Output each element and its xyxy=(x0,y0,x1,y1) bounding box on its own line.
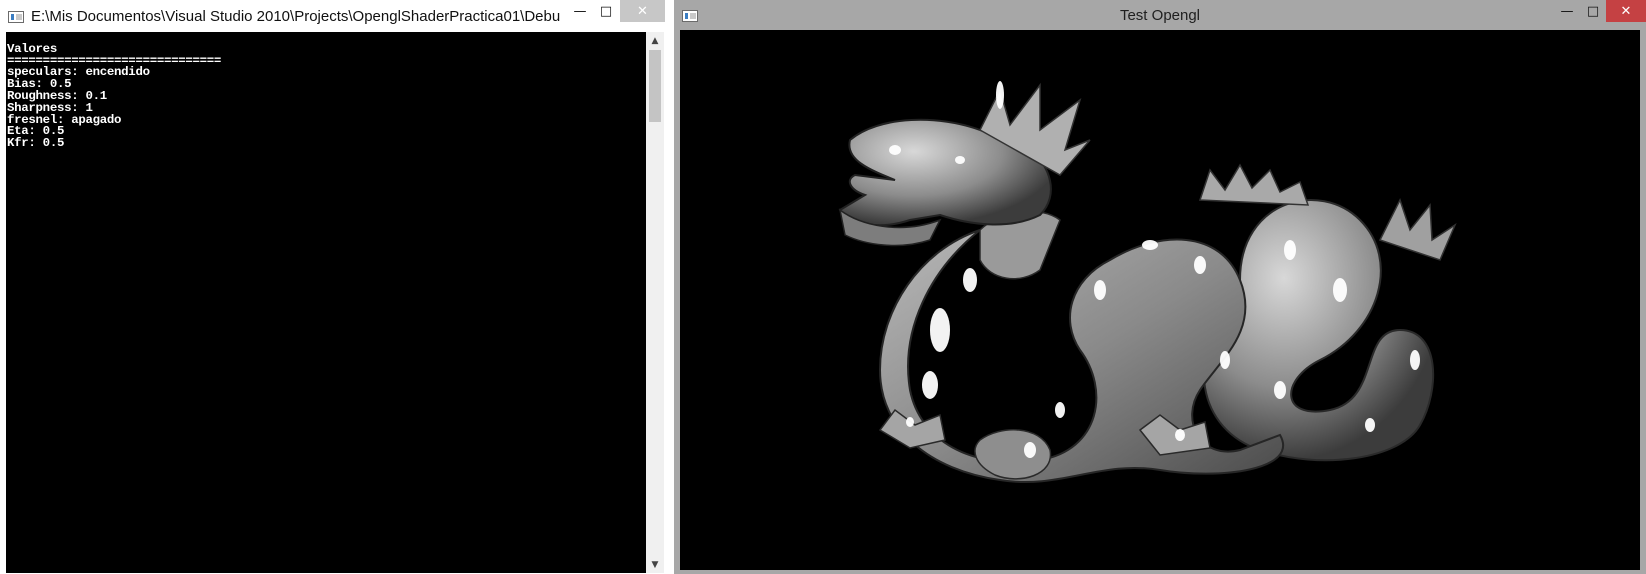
dragon-back-spikes xyxy=(1198,163,1310,206)
opengl-window-title: Test Opengl xyxy=(1119,7,1201,24)
opengl-close-button[interactable]: ✕ xyxy=(1606,0,1646,22)
minimize-icon: — xyxy=(1560,3,1574,19)
opengl-titlebar[interactable]: Test Opengl — □ ✕ xyxy=(674,0,1646,30)
maximize-icon: □ xyxy=(1586,3,1600,19)
console-line: Kfr: 0.5 xyxy=(7,136,65,151)
opengl-maximize-button[interactable]: □ xyxy=(1580,0,1606,22)
opengl-minimize-button[interactable]: — xyxy=(1554,0,1580,22)
close-icon: ✕ xyxy=(637,3,648,19)
opengl-render-viewport[interactable] xyxy=(680,30,1640,570)
console-output-area[interactable]: Valores ============================== s… xyxy=(6,32,646,573)
dragon-tail-spikes xyxy=(1378,198,1457,261)
console-window-title: E:\Mis Documentos\Visual Studio 2010\Pro… xyxy=(31,8,561,25)
dragon-render xyxy=(838,81,1457,484)
scroll-down-arrow-icon[interactable]: ▼ xyxy=(646,556,664,573)
close-icon: ✕ xyxy=(1620,3,1632,19)
console-window: E:\Mis Documentos\Visual Studio 2010\Pro… xyxy=(0,0,674,574)
console-close-button[interactable]: ✕ xyxy=(620,0,665,22)
console-maximize-button[interactable]: □ xyxy=(592,0,620,22)
scroll-up-arrow-icon[interactable]: ▲ xyxy=(646,32,664,49)
console-vertical-scrollbar[interactable]: ▲ ▼ xyxy=(646,32,664,573)
console-app-icon[interactable] xyxy=(8,11,24,23)
opengl-window: Test Opengl — □ ✕ xyxy=(674,0,1646,574)
console-minimize-button[interactable]: — xyxy=(568,0,592,22)
maximize-icon: □ xyxy=(599,3,613,19)
console-titlebar[interactable]: E:\Mis Documentos\Visual Studio 2010\Pro… xyxy=(0,0,674,32)
console-output-text: Valores ============================== s… xyxy=(7,32,221,150)
minimize-icon: — xyxy=(573,3,587,19)
scrollbar-thumb[interactable] xyxy=(649,50,661,122)
